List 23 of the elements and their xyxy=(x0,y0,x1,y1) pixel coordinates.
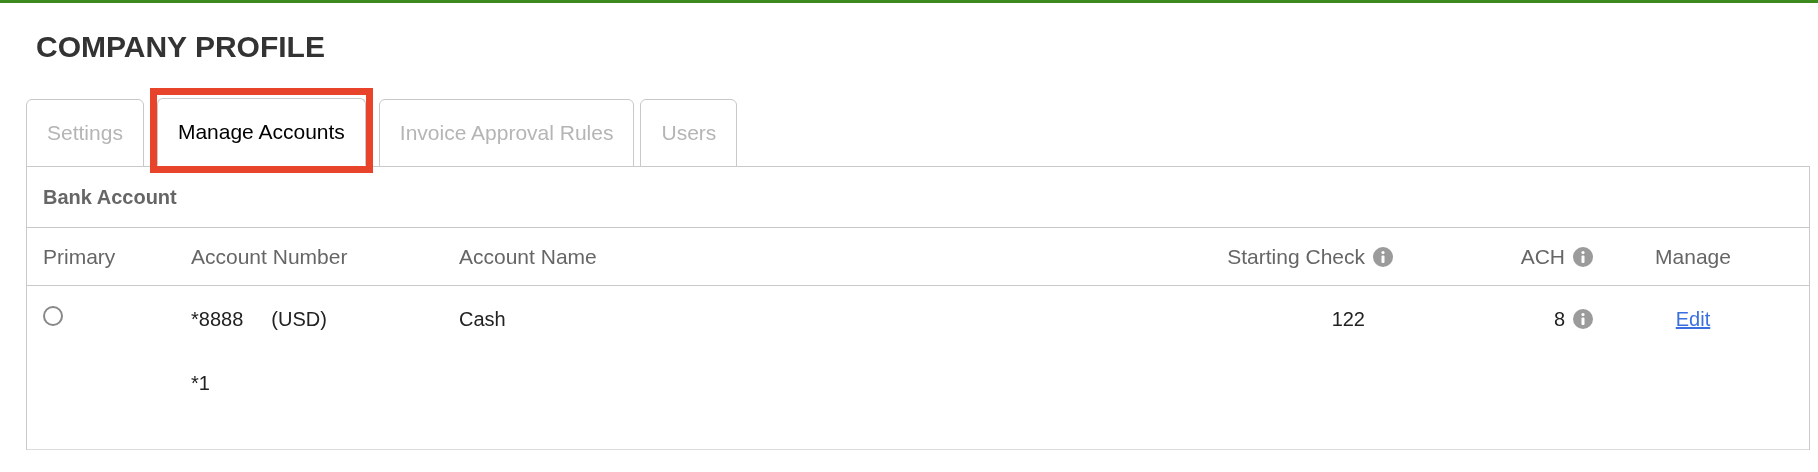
column-header: Account Number xyxy=(191,243,348,270)
edit-link[interactable]: Edit xyxy=(1675,304,1711,334)
table-cell-text: *8888 xyxy=(191,307,244,332)
table-cell: Cash xyxy=(459,308,506,330)
info-icon xyxy=(1573,309,1593,329)
column-header: Account Name xyxy=(459,243,597,270)
table-cell-text: (USD) xyxy=(271,307,327,332)
column-header: Starting Check xyxy=(1227,243,1365,270)
table-cell-text: 122 xyxy=(1331,307,1365,332)
info-icon xyxy=(1573,246,1593,267)
table-cell-text: 8 xyxy=(1553,307,1565,332)
column-header: Manage xyxy=(1655,243,1731,270)
primary-radio[interactable] xyxy=(43,306,63,326)
table-cell-text: *1 xyxy=(191,371,210,396)
tab[interactable]: Manage Accounts xyxy=(156,98,366,166)
tab[interactable]: Settings xyxy=(26,99,144,167)
column-header: Primary xyxy=(43,243,116,270)
page-title: COMPANY PROFILE xyxy=(36,29,325,65)
info-icon xyxy=(1373,246,1393,267)
tab[interactable]: Users xyxy=(640,99,738,167)
section-title: Bank Account xyxy=(43,185,177,210)
column-header: ACH xyxy=(1520,243,1565,270)
tab[interactable]: Invoice Approval Rules xyxy=(378,99,635,167)
